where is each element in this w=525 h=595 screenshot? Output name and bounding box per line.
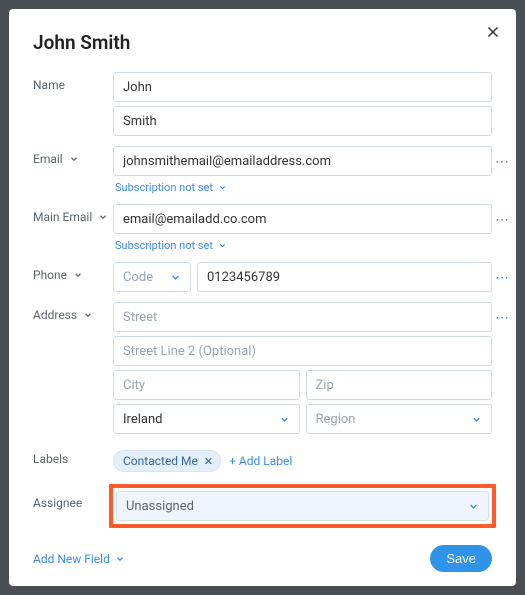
zip-input[interactable]: [306, 370, 493, 400]
city-input[interactable]: [113, 370, 300, 400]
phone-code-text: Code: [123, 270, 153, 285]
close-icon[interactable]: [484, 23, 502, 41]
row-labels: Labels Contacted Me ✕ + Add Label: [33, 446, 492, 472]
chevron-down-icon: [73, 270, 83, 280]
chevron-down-icon: [115, 554, 125, 564]
country-text: Ireland: [123, 412, 162, 427]
row-name: Name: [33, 72, 492, 136]
email-input[interactable]: [113, 146, 492, 176]
label-phone[interactable]: Phone: [33, 262, 113, 282]
label-name-text: Name: [33, 78, 65, 92]
main-email-subscription-text: Subscription not set: [115, 239, 213, 252]
page-title: John Smith: [33, 31, 492, 54]
email-subscription-link[interactable]: Subscription not set: [113, 181, 492, 194]
label-main-email[interactable]: Main Email: [33, 204, 113, 224]
more-actions-icon[interactable]: ⋯: [495, 310, 510, 326]
add-new-field-text: Add New Field: [33, 552, 110, 566]
assignee-highlight: Unassigned: [109, 484, 496, 528]
label-address[interactable]: Address: [33, 302, 113, 322]
more-actions-icon[interactable]: ⋯: [495, 270, 510, 286]
contact-edit-modal: John Smith Name Email Subscription not s…: [9, 9, 516, 586]
row-address: Address Ireland Region ⋯: [33, 302, 492, 434]
save-button[interactable]: Save: [430, 545, 492, 572]
more-actions-icon[interactable]: ⋯: [495, 154, 510, 170]
more-actions-icon[interactable]: ⋯: [495, 212, 510, 228]
phone-code-select[interactable]: Code: [113, 262, 191, 292]
chevron-down-icon: [279, 414, 290, 425]
row-assignee: Assignee Unassigned: [33, 484, 492, 528]
chevron-down-icon: [218, 183, 227, 192]
label-assignee: Assignee: [33, 484, 113, 510]
email-subscription-text: Subscription not set: [115, 181, 213, 194]
label-chip[interactable]: Contacted Me ✕: [113, 450, 221, 472]
label-chip-text: Contacted Me: [123, 454, 198, 468]
label-labels: Labels: [33, 446, 113, 466]
region-text: Region: [316, 412, 356, 427]
label-address-text: Address: [33, 308, 77, 322]
modal-footer: Add New Field Save: [33, 545, 492, 572]
street2-input[interactable]: [113, 336, 492, 366]
assignee-select[interactable]: Unassigned: [116, 491, 489, 521]
chevron-down-icon: [170, 272, 181, 283]
label-email-text: Email: [33, 152, 63, 166]
chevron-down-icon: [468, 501, 479, 512]
last-name-input[interactable]: [113, 106, 492, 136]
row-email: Email Subscription not set ⋯: [33, 146, 492, 196]
assignee-text: Unassigned: [126, 499, 194, 514]
street-input[interactable]: [113, 302, 492, 332]
main-email-subscription-link[interactable]: Subscription not set: [113, 239, 492, 252]
country-select[interactable]: Ireland: [113, 404, 300, 434]
label-email[interactable]: Email: [33, 146, 113, 166]
label-assignee-text: Assignee: [33, 496, 82, 510]
first-name-input[interactable]: [113, 72, 492, 102]
chevron-down-icon: [98, 212, 108, 222]
label-labels-text: Labels: [33, 452, 68, 466]
label-name: Name: [33, 72, 113, 92]
row-phone: Phone Code ⋯: [33, 262, 492, 292]
phone-number-input[interactable]: [197, 262, 492, 292]
main-email-input[interactable]: [113, 204, 492, 234]
label-phone-text: Phone: [33, 268, 67, 282]
add-new-field-link[interactable]: Add New Field: [33, 552, 125, 566]
row-main-email: Main Email Subscription not set ⋯: [33, 204, 492, 254]
chevron-down-icon: [69, 154, 79, 164]
chevron-down-icon: [218, 241, 227, 250]
add-label-link[interactable]: + Add Label: [229, 454, 292, 468]
remove-chip-icon[interactable]: ✕: [204, 455, 213, 468]
chevron-down-icon: [83, 310, 93, 320]
label-main-email-text: Main Email: [33, 210, 92, 224]
chevron-down-icon: [471, 414, 482, 425]
region-select[interactable]: Region: [306, 404, 493, 434]
